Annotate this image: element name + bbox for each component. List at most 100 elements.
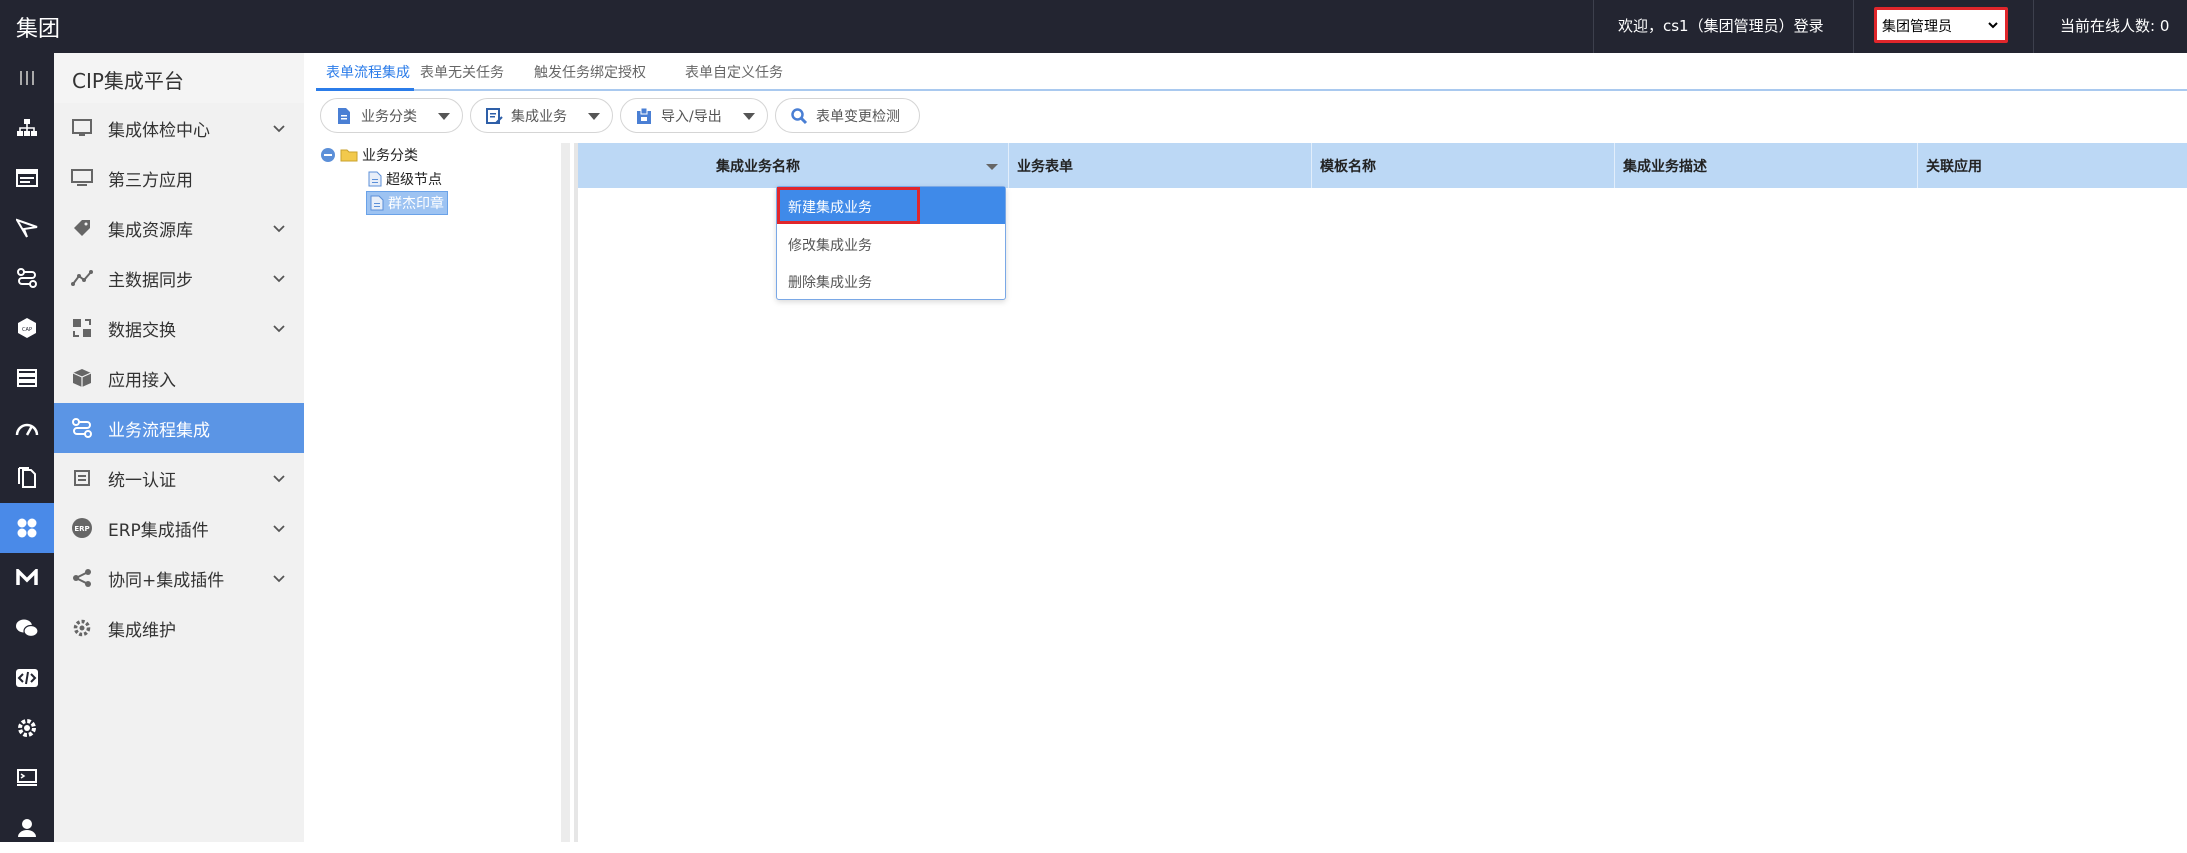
business-category-button[interactable]: 业务分类 (320, 98, 463, 133)
app-brand: 集团 (16, 17, 61, 42)
sidebar-item-resource-library[interactable]: 集成资源库 (54, 203, 304, 253)
search-icon (791, 107, 808, 124)
sidebar-item-process-integration[interactable]: 业务流程集成 (54, 403, 304, 453)
user-icon[interactable] (0, 803, 54, 853)
caret-down-icon (743, 113, 755, 120)
sidebar-item-app-access[interactable]: 应用接入 (54, 353, 304, 403)
sidebar-item-checkup[interactable]: 集成体检中心 (54, 103, 304, 153)
sidebar-item-label: 业务流程集成 (108, 420, 210, 441)
sidebar-item-label: 协同+集成插件 (108, 570, 225, 591)
checkup-icon (70, 116, 94, 140)
send-icon[interactable] (0, 203, 54, 253)
sidebar-item-maintenance[interactable]: 集成维护 (54, 603, 304, 653)
form-change-detect-button[interactable]: 表单变更检测 (775, 98, 920, 133)
column-label: 集成业务名称 (716, 159, 800, 175)
gauge-icon[interactable] (0, 403, 54, 453)
menu-item-new-integration[interactable]: 新建集成业务 (777, 187, 1005, 224)
column-header[interactable]: 集成业务名称 (708, 143, 1009, 188)
sidebar-item-label: 统一认证 (108, 470, 176, 491)
sidebar-item-label: 第三方应用 (108, 170, 193, 191)
role-select-value: 集团管理员 (1882, 19, 1952, 35)
mail-m-icon[interactable] (0, 553, 54, 603)
cap-icon[interactable]: CAP (0, 303, 54, 353)
import-export-button[interactable]: 导入/导出 (620, 98, 768, 133)
exchange-icon (70, 316, 94, 340)
caret-down-icon (588, 113, 600, 120)
platform-title: CIP集成平台 (54, 53, 304, 103)
menu-item-edit-integration[interactable]: 修改集成业务 (777, 225, 1005, 262)
sidebar-item-third-party[interactable]: 第三方应用 (54, 153, 304, 203)
tree-node-label: 业务分类 (362, 148, 418, 164)
document-icon[interactable] (0, 453, 54, 503)
welcome-text: 欢迎，cs1（集团管理员）登录 (1618, 17, 1824, 35)
flow-icon[interactable] (0, 253, 54, 303)
sort-icon[interactable] (986, 164, 998, 170)
collapse-icon[interactable] (320, 147, 336, 163)
sidebar-item-label: 应用接入 (108, 370, 176, 391)
chevron-down-icon (273, 525, 285, 533)
sidebar-item-label: 数据交换 (108, 320, 176, 341)
flow-icon (70, 416, 94, 440)
tab-custom-tasks[interactable]: 表单自定义任务 (685, 53, 783, 91)
gear-icon (70, 616, 94, 640)
column-header[interactable]: 模板名称 (1312, 143, 1615, 188)
icon-rail: CAP (0, 53, 54, 842)
wechat-icon[interactable] (0, 603, 54, 653)
tab-form-process[interactable]: 表单流程集成 (316, 53, 414, 91)
auth-icon (70, 466, 94, 490)
sidebar-item-data-exchange[interactable]: 数据交换 (54, 303, 304, 353)
sidebar-item-master-data[interactable]: 主数据同步 (54, 253, 304, 303)
gear-icon[interactable] (0, 703, 54, 753)
tree-root[interactable]: 业务分类 (320, 145, 418, 165)
button-label: 业务分类 (361, 108, 417, 125)
caret-down-icon (438, 113, 450, 120)
topbar-divider (1593, 0, 1594, 53)
column-header[interactable]: 集成业务描述 (1615, 143, 1918, 188)
line-chart-icon (70, 266, 94, 290)
tab-trigger-binding[interactable]: 触发任务绑定授权 (534, 53, 646, 91)
svg-text:ERP: ERP (74, 525, 89, 533)
cube-icon (70, 366, 94, 390)
sidebar-item-unified-auth[interactable]: 统一认证 (54, 453, 304, 503)
erp-icon: ERP (70, 516, 94, 540)
column-header[interactable]: 关联应用 (1918, 143, 2187, 188)
sidebar-item-label: 主数据同步 (108, 270, 193, 291)
apps-icon[interactable] (0, 503, 54, 553)
grid-header: 集成业务名称 业务表单 模板名称 集成业务描述 关联应用 (578, 143, 2187, 188)
sidebar-item-label: 集成资源库 (108, 220, 193, 241)
page-icon (368, 171, 382, 187)
org-chart-icon[interactable] (0, 103, 54, 153)
svg-text:CAP: CAP (22, 327, 32, 333)
tree-node-highlight: 群杰印章 (366, 191, 448, 215)
button-label: 导入/导出 (661, 108, 722, 125)
tree-node-label: 群杰印章 (388, 196, 444, 212)
sidebar-item-collab-plugin[interactable]: 协同+集成插件 (54, 553, 304, 603)
column-header[interactable]: 业务表单 (1009, 143, 1312, 188)
terminal-icon[interactable] (0, 753, 54, 803)
sidebar-item-label: ERP集成插件 (108, 520, 209, 541)
main-content: 表单流程集成 表单无关任务 触发任务绑定授权 表单自定义任务 业务分类 集成业务… (304, 53, 2187, 842)
category-tree: 业务分类 超级节点 群杰印章 (316, 143, 570, 842)
role-select[interactable]: 集团管理员 (1874, 7, 2008, 43)
topbar-divider (1853, 0, 1854, 53)
sidebar-item-erp-plugin[interactable]: ERP ERP集成插件 (54, 503, 304, 553)
folder-icon (340, 149, 358, 162)
chevron-down-icon (273, 325, 285, 333)
chevron-down-icon (273, 275, 285, 283)
top-bar: 集团 欢迎，cs1（集团管理员）登录 集团管理员 当前在线人数: 0 (0, 0, 2187, 53)
chevron-down-icon (273, 475, 285, 483)
form-icon[interactable] (0, 153, 54, 203)
tree-node-selected[interactable]: 群杰印章 (366, 191, 448, 215)
stack-icon[interactable] (0, 353, 54, 403)
tab-unrelated-tasks[interactable]: 表单无关任务 (420, 53, 504, 91)
integration-business-button[interactable]: 集成业务 (470, 98, 613, 133)
menu-item-delete-integration[interactable]: 删除集成业务 (777, 262, 1005, 299)
chevron-down-icon (273, 125, 285, 133)
tree-node[interactable]: 超级节点 (368, 169, 442, 189)
menu-icon[interactable] (0, 53, 54, 103)
sidebar-item-label: 集成维护 (108, 620, 176, 641)
code-icon[interactable] (0, 653, 54, 703)
sidebar-item-label: 集成体检中心 (108, 120, 210, 141)
chevron-down-icon (273, 575, 285, 583)
button-label: 集成业务 (511, 108, 567, 125)
